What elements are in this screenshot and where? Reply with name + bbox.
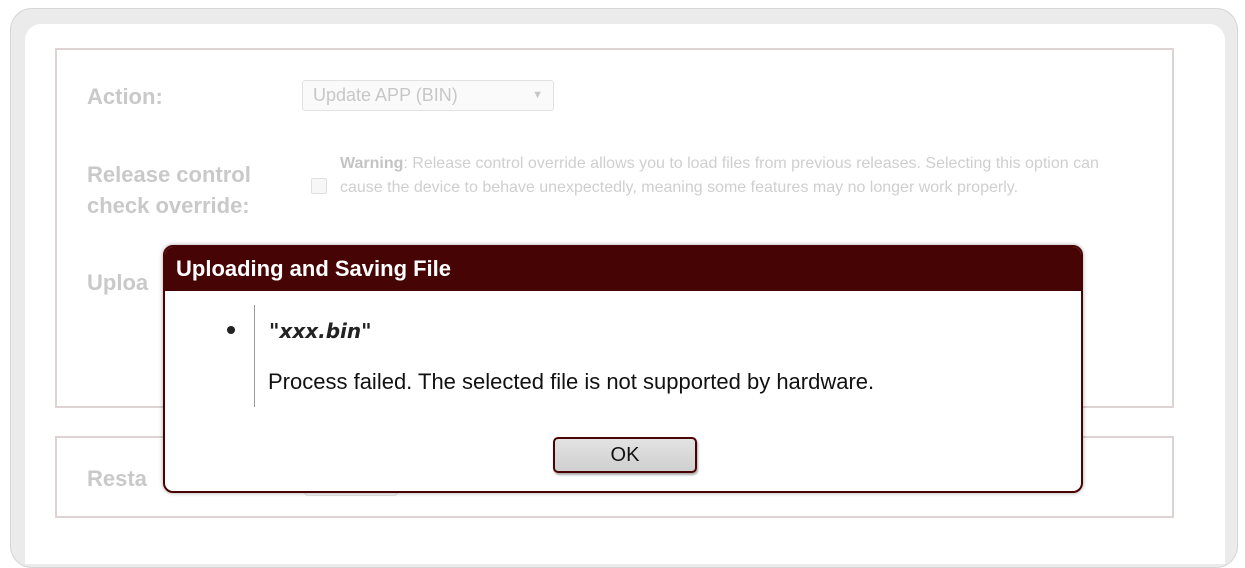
warning-body: : Release control override allows you to… <box>340 155 1099 196</box>
release-warning-text: Warning: Release control override allows… <box>340 152 1140 200</box>
release-label-line2: check override: <box>87 193 250 218</box>
dialog-filename: "xxx.bin" <box>269 319 372 343</box>
action-select[interactable]: Update APP (BIN) ▼ <box>302 80 554 111</box>
warning-prefix: Warning <box>340 155 404 172</box>
action-select-value: Update APP (BIN) <box>313 85 458 105</box>
dialog-title: Uploading and Saving File <box>165 247 1081 291</box>
ok-button[interactable]: OK <box>553 437 697 473</box>
chevron-down-icon: ▼ <box>532 89 543 101</box>
upload-label: Uploa <box>87 270 149 295</box>
bullet-icon <box>227 326 235 334</box>
release-label-line1: Release control <box>87 162 251 187</box>
dialog-divider <box>254 305 255 407</box>
action-label: Action: <box>87 84 163 109</box>
restart-label: Resta <box>87 466 147 491</box>
upload-dialog: Uploading and Saving File "xxx.bin" Proc… <box>163 245 1083 493</box>
release-override-checkbox[interactable] <box>311 178 327 194</box>
dialog-message: Process failed. The selected file is not… <box>268 369 875 394</box>
